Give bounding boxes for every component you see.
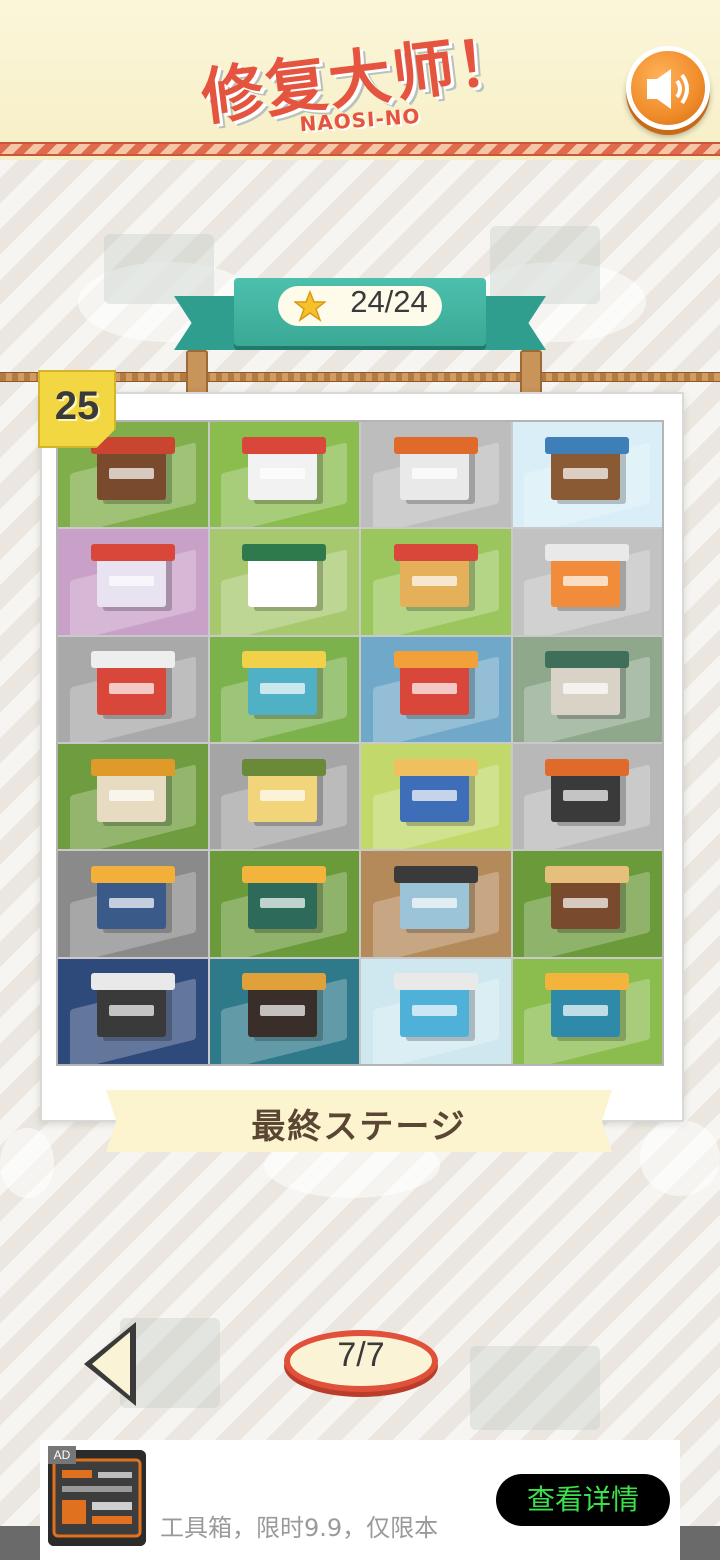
stage-number: 25 (54, 384, 100, 428)
star-icon (294, 290, 326, 322)
stage-label: 最終ステージ (251, 1107, 467, 1147)
tile-roof (242, 973, 327, 991)
tile-roof (393, 436, 478, 454)
tile-window (108, 790, 154, 801)
tile-roof (242, 866, 327, 883)
stage-tile-burger-shop[interactable] (209, 422, 359, 528)
tile-roof (545, 866, 630, 883)
background-decoration (0, 1128, 54, 1198)
tile-window (260, 683, 306, 694)
tile-roof (393, 651, 478, 669)
ad-details-button[interactable]: 查看详情 (496, 1474, 670, 1526)
tile-window (108, 468, 154, 479)
tile-roof (545, 973, 630, 991)
tile-roof (545, 544, 630, 561)
ad-edge-left (0, 1526, 40, 1560)
tile-window (108, 897, 154, 909)
ad-edge-right (680, 1526, 720, 1560)
tile-roof (545, 651, 630, 669)
stage-tile-farmhouse[interactable] (512, 636, 662, 742)
tile-roof (242, 436, 327, 454)
tile-window (260, 575, 306, 587)
stage-tile-sushi-bar[interactable] (512, 851, 662, 957)
stage-tile-diner[interactable] (512, 744, 662, 850)
tile-window (563, 1005, 609, 1016)
stage-tile-aquarium[interactable] (361, 958, 511, 1064)
stage-tile-office-building[interactable] (58, 851, 208, 957)
stage-tile-cinema[interactable] (58, 958, 208, 1064)
stage-tile-night-market[interactable] (361, 636, 511, 742)
tile-window (563, 683, 609, 694)
stage-tile-bakery[interactable] (361, 744, 511, 850)
tile-window (563, 897, 609, 909)
sound-button[interactable] (626, 46, 710, 130)
stage-tile-gas-station[interactable] (361, 422, 511, 528)
toolbox-image (48, 1450, 146, 1546)
tile-roof (90, 544, 175, 561)
header-stripe (0, 142, 720, 156)
stage-tile-cheese-shop[interactable] (209, 744, 359, 850)
tile-roof (242, 651, 327, 669)
stage-tile-convenience-store[interactable] (512, 529, 662, 635)
tile-roof (90, 758, 175, 776)
background-building (104, 234, 214, 304)
tile-window (563, 468, 609, 479)
stage-tile-toy-factory[interactable] (512, 958, 662, 1064)
tile-window (108, 1005, 154, 1016)
tile-roof (90, 651, 175, 669)
tile-window (260, 897, 306, 909)
tile-window (411, 1005, 457, 1016)
tile-window (260, 790, 306, 801)
stage-tile-snow-cabin[interactable] (512, 422, 662, 528)
tile-window (260, 1005, 306, 1016)
stage-tile-circus-tent[interactable] (361, 529, 511, 635)
tile-roof (393, 544, 478, 561)
triangle-left-icon[interactable] (78, 1316, 142, 1412)
tile-roof (393, 866, 478, 883)
stage-tile-tea-garden[interactable] (209, 851, 359, 957)
tile-window (108, 575, 154, 587)
ad-text: 工具箱，限时9.9，仅限本 (160, 1514, 439, 1542)
stage-tile-grid[interactable] (56, 420, 664, 1066)
tile-roof (242, 758, 327, 776)
page-number: 7/7 (337, 1336, 385, 1374)
tile-window (563, 575, 609, 587)
tile-window (260, 468, 306, 479)
tile-window (563, 790, 609, 801)
background-building (490, 226, 600, 304)
tile-roof (90, 973, 175, 991)
tile-window (411, 897, 457, 909)
tile-window (411, 683, 457, 694)
stage-tile-record-shop[interactable] (209, 958, 359, 1064)
tile-roof (90, 866, 175, 883)
tile-window (108, 683, 154, 694)
stage-tile-flower-shop[interactable] (209, 529, 359, 635)
speaker-icon (647, 69, 689, 109)
tile-roof (393, 758, 478, 776)
tile-roof (545, 436, 630, 454)
stage-tile-arcade[interactable] (58, 529, 208, 635)
tile-window (411, 790, 457, 801)
tile-roof (393, 973, 478, 991)
ad-label: AD (48, 1446, 76, 1464)
stage-tile-barn[interactable] (58, 744, 208, 850)
tile-window (411, 468, 457, 479)
tile-roof (242, 544, 327, 561)
background-decoration (640, 1120, 720, 1196)
stage-tile-bank[interactable] (361, 851, 511, 957)
background-building (470, 1346, 600, 1430)
star-count: 24/24 (350, 284, 428, 319)
tile-roof (545, 758, 630, 776)
stage-tile-post-office[interactable] (58, 636, 208, 742)
stage-tile-power-plant[interactable] (209, 636, 359, 742)
ad-thumbnail[interactable] (48, 1450, 146, 1546)
tile-window (411, 575, 457, 587)
